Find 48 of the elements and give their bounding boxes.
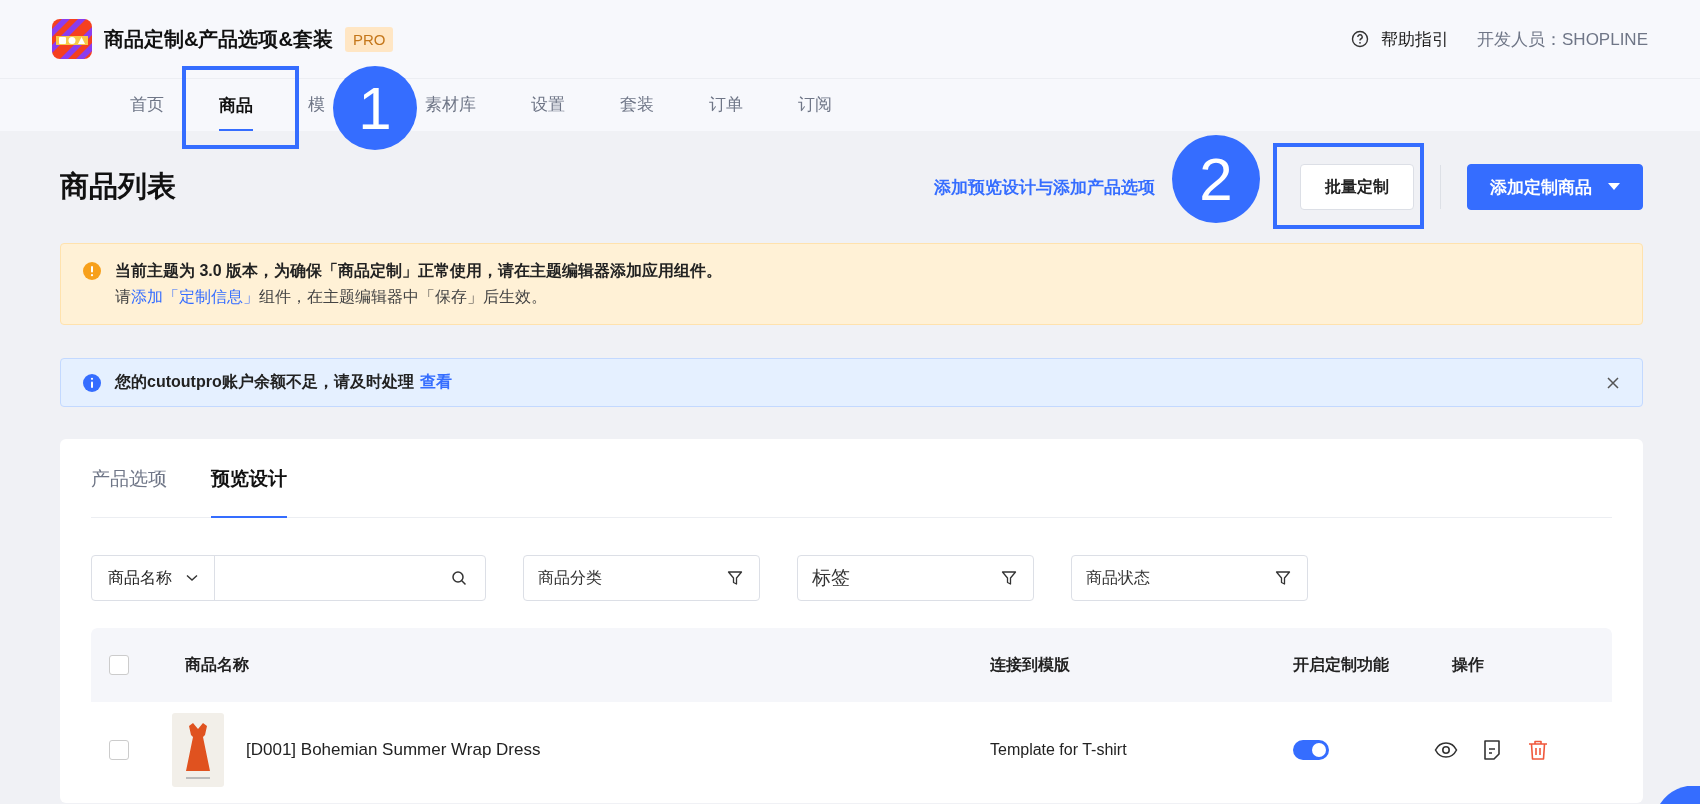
filter-select[interactable]: 商品状态	[1071, 555, 1308, 601]
nav-tab[interactable]: 订阅	[798, 79, 832, 131]
app-logo-icon	[52, 19, 92, 59]
plan-badge: PRO	[344, 26, 394, 52]
batch-customize-button[interactable]: 批量定制	[1300, 164, 1414, 210]
filter-icon	[1275, 570, 1291, 586]
checkbox[interactable]	[109, 740, 129, 760]
tab[interactable]: 预览设计	[211, 439, 287, 518]
nav-tab[interactable]: 设置	[531, 79, 565, 131]
filter-select[interactable]: 商品分类	[523, 555, 760, 601]
warning-text: 当前主题为 3.0 版本，为确保「商品定制」正常使用，请在主题编辑器添加应用组件。	[115, 261, 723, 281]
filter-icon	[1001, 570, 1017, 586]
app-title: 商品定制&产品选项&套装	[104, 26, 333, 52]
help-icon	[1351, 30, 1369, 48]
nav-tab[interactable]: 订单	[709, 79, 743, 131]
checkbox[interactable]	[109, 655, 129, 675]
warning-icon	[83, 262, 101, 280]
nav-tab[interactable]: 模	[308, 79, 325, 131]
info-text: 您的cutoutpro账户余额不足，请及时处理	[115, 373, 414, 390]
nav-tab[interactable]: 商品	[219, 79, 253, 131]
tab[interactable]: 产品选项	[91, 439, 167, 518]
info-icon	[83, 373, 101, 392]
filter-select[interactable]: 标签	[797, 555, 1034, 601]
filter-icon	[727, 570, 743, 586]
close-icon[interactable]	[1606, 375, 1620, 390]
help-link[interactable]: 帮助指引	[1351, 27, 1449, 51]
view-link[interactable]: 查看	[419, 373, 452, 390]
column-header: 商品名称	[185, 654, 249, 675]
product-name: [D001] Bohemian Summer Wrap Dress	[246, 740, 541, 760]
customize-toggle[interactable]	[1293, 740, 1329, 760]
add-product-button[interactable]: 添加定制商品	[1467, 164, 1643, 210]
warning-text: 请	[115, 288, 131, 305]
floating-button[interactable]	[1660, 786, 1700, 804]
add-widget-link[interactable]: 添加「定制信息」	[131, 288, 259, 305]
template-name: Template for T-shirt	[990, 741, 1127, 759]
trash-icon[interactable]	[1526, 738, 1550, 762]
column-header: 开启定制功能	[1293, 654, 1389, 675]
developer-label: 开发人员：SHOPLINE	[1477, 28, 1648, 51]
column-header: 连接到模版	[990, 654, 1070, 675]
page-title: 商品列表	[60, 169, 176, 204]
nav-tab[interactable]: 首页	[130, 79, 164, 131]
warning-text: 组件，在主题编辑器中「保存」后生效。	[259, 288, 547, 305]
nav-tab[interactable]: 素材库	[425, 79, 476, 131]
column-header: 操作	[1452, 654, 1484, 675]
nav-tab[interactable]: 套装	[620, 79, 654, 131]
step-number-badge: 2	[1172, 135, 1260, 223]
caret-icon	[1608, 183, 1620, 191]
guide-link[interactable]: 添加预览设计与添加产品选项	[934, 175, 1155, 199]
